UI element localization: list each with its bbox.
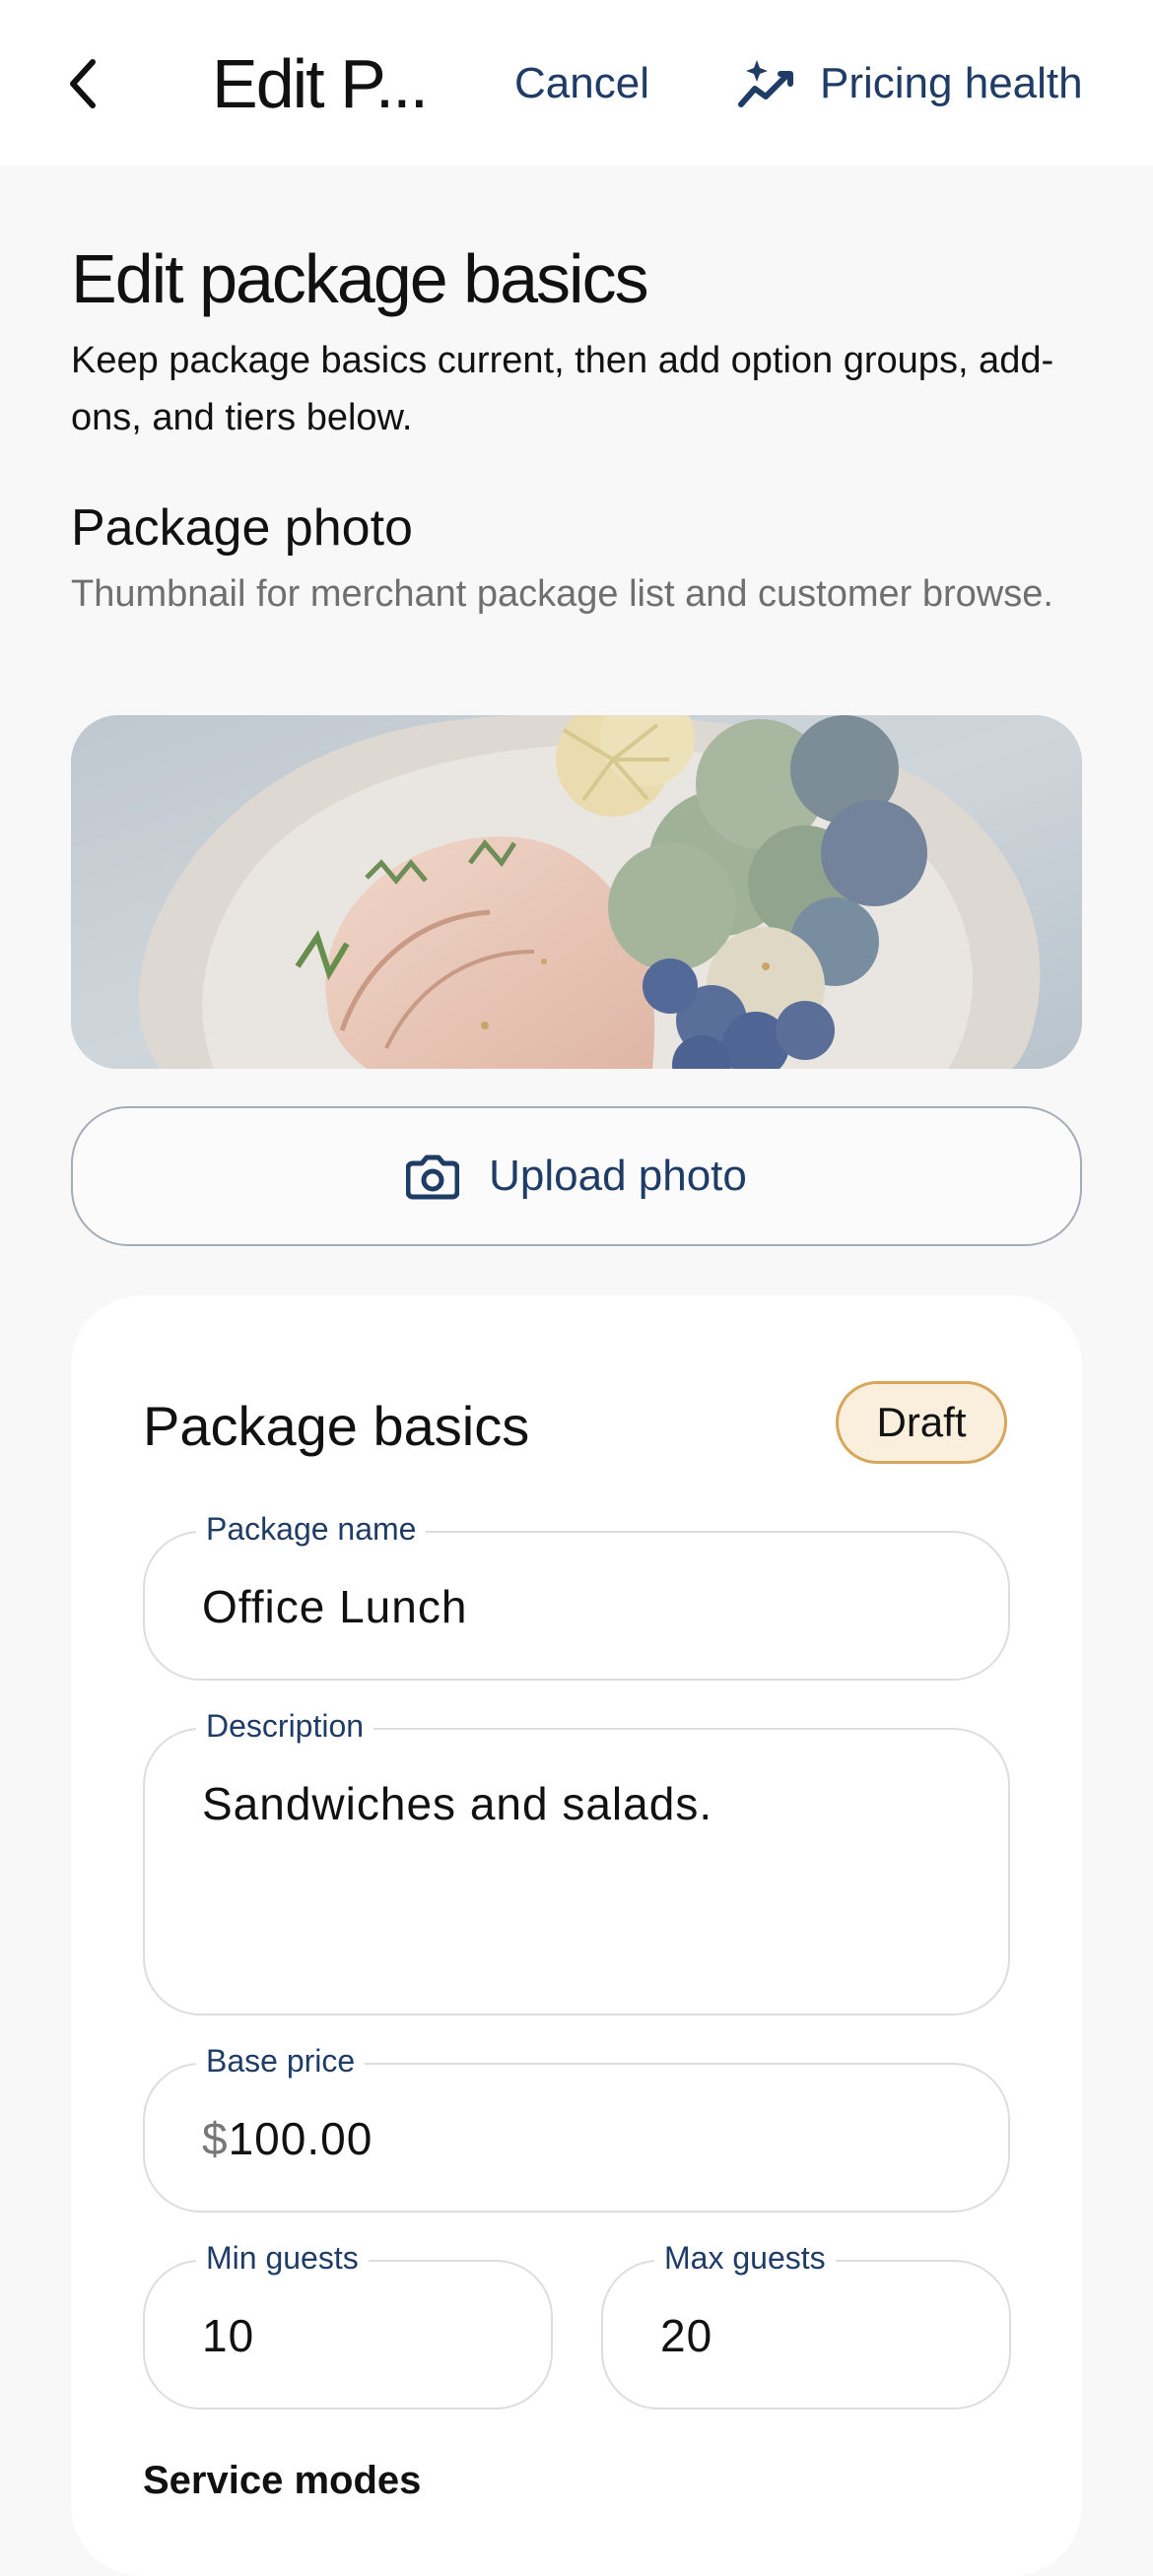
status-badge: Draft [836, 1381, 1007, 1464]
package-name-field[interactable]: Package name Office Lunch [143, 1508, 1010, 1681]
base-price-field[interactable]: Base price $100.00 [143, 2040, 1010, 2213]
section-heading: Edit package basics [71, 240, 649, 317]
upload-photo-button[interactable]: Upload photo [71, 1106, 1082, 1246]
pricing-health-button[interactable]: Pricing health [737, 51, 1083, 116]
section-description: Keep package basics current, then add op… [71, 340, 1054, 438]
max-guests-field[interactable]: Max guests 20 [601, 2237, 1011, 2410]
sparkle-trend-icon [738, 60, 793, 107]
package-photo-description: Thumbnail for merchant package list and … [71, 573, 1053, 615]
chevron-left-icon [70, 59, 96, 108]
camera-icon [406, 1155, 460, 1200]
package-name-value: Office Lunch [202, 1581, 468, 1632]
currency-prefix: $ [202, 2113, 229, 2164]
min-guests-value: 10 [202, 2310, 255, 2361]
min-guests-field[interactable]: Min guests 10 [143, 2237, 553, 2410]
upload-photo-label: Upload photo [489, 1152, 747, 1200]
base-price-label: Base price [196, 2040, 366, 2081]
top-app-bar: Edit P... Cancel Pricing health [0, 0, 1153, 165]
description-label: Description [196, 1705, 374, 1747]
package-basics-heading: Package basics [143, 1395, 530, 1457]
package-name-label: Package name [196, 1508, 427, 1550]
pricing-health-label: Pricing health [820, 59, 1083, 107]
service-modes-heading: Service modes [143, 2459, 422, 2502]
description-field[interactable]: Description Sandwiches and salads. [143, 1705, 1010, 2015]
page-title: Edit P... [212, 45, 429, 122]
base-price-value: 100.00 [228, 2113, 373, 2164]
max-guests-value: 20 [660, 2310, 713, 2361]
description-value: Sandwiches and salads. [202, 1778, 713, 1829]
cancel-button[interactable]: Cancel [514, 51, 649, 116]
base-price-value-row: $100.00 [202, 2109, 373, 2168]
food-plate-photo [71, 715, 1082, 1069]
package-photo [71, 715, 1082, 1069]
max-guests-label: Max guests [654, 2237, 836, 2279]
back-button[interactable] [39, 30, 128, 138]
min-guests-label: Min guests [196, 2237, 369, 2279]
package-photo-heading: Package photo [71, 499, 413, 557]
